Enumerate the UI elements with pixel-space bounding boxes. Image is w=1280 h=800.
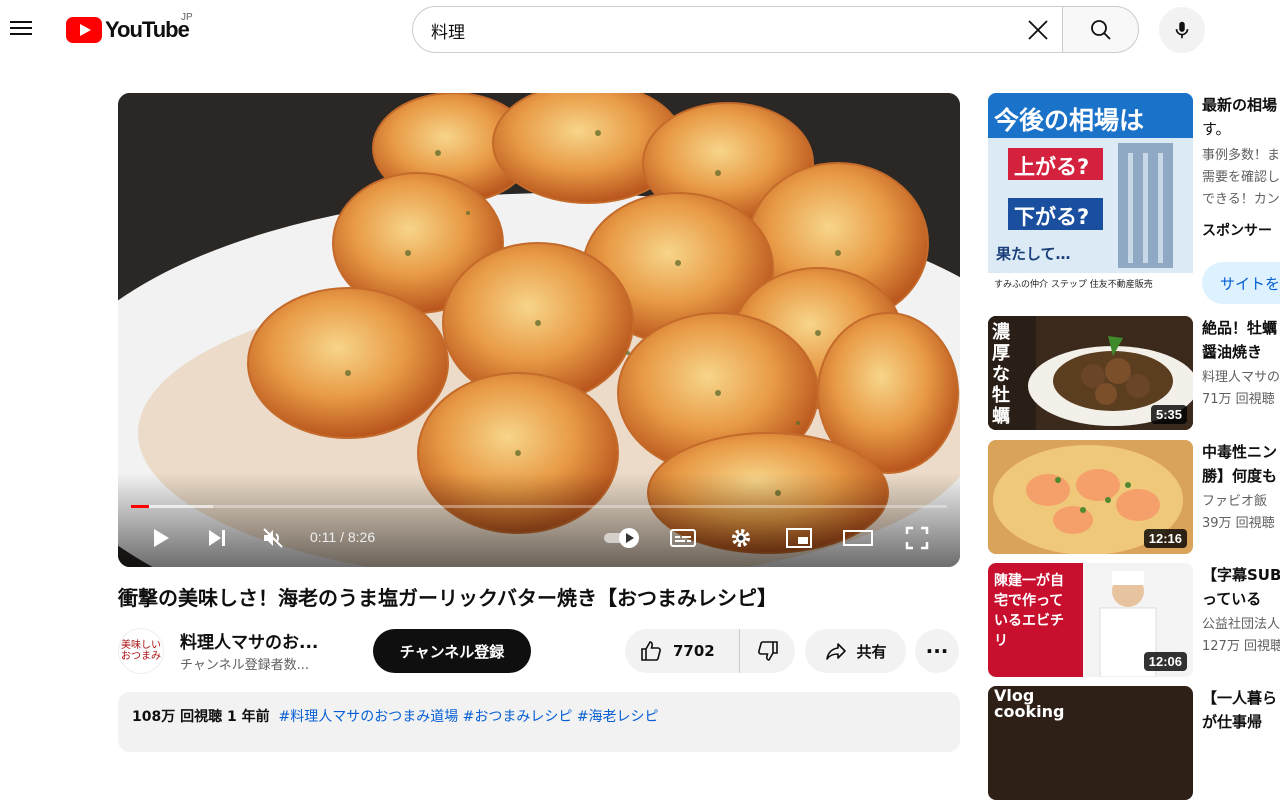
next-icon: [209, 530, 225, 546]
related-channel-1[interactable]: 料理人マサの: [1202, 367, 1280, 389]
mute-button[interactable]: [258, 523, 288, 553]
like-dislike-group: 7702: [625, 629, 795, 673]
progress-bar[interactable]: [131, 505, 947, 508]
thumbs-down-icon: [757, 641, 778, 661]
related-title-3a[interactable]: 【字幕SUB: [1202, 563, 1280, 587]
ad-question: 果たして…: [996, 245, 1071, 263]
time-display: 0:11 / 8:26: [310, 529, 376, 545]
dislike-button[interactable]: [740, 639, 795, 663]
channel-subscriber-count: チャンネル登録者数...: [180, 658, 310, 673]
fullscreen-icon: [905, 526, 929, 550]
muted-volume-icon: [263, 528, 283, 548]
ad-desc-line3: できる！カン: [1202, 192, 1280, 207]
search-input[interactable]: [431, 19, 991, 41]
clear-search-icon[interactable]: [1025, 17, 1051, 43]
video-title: 衝撃の美味しさ！海老のうま塩ガーリックバター焼き【おつまみレシピ】: [118, 586, 777, 610]
related-views-2: 39万 回視聴: [1202, 516, 1275, 531]
subscribe-button[interactable]: チャンネル登録: [373, 629, 531, 673]
related-views-1: 71万 回視聴: [1202, 392, 1275, 407]
related-channel-2[interactable]: ファビオ飯: [1202, 491, 1267, 513]
related-title-2a[interactable]: 中毒性ニン: [1202, 440, 1277, 464]
channel-avatar[interactable]: 美味しい おつまみ: [118, 628, 164, 674]
autoplay-toggle-icon: [604, 528, 639, 548]
top-bar: YouTube JP: [0, 0, 1280, 58]
fullscreen-button[interactable]: [902, 523, 932, 553]
related-title-1a[interactable]: 絶品！牡蠣: [1202, 316, 1277, 340]
subtitles-button[interactable]: [668, 523, 698, 553]
voice-search-button[interactable]: [1159, 7, 1205, 53]
related-views-3: 127万 回視聴: [1202, 639, 1280, 654]
controls-gradient: [118, 473, 960, 567]
more-actions-button[interactable]: ···: [915, 629, 959, 673]
related-thumb-text-1: 濃厚な牡蠣: [992, 322, 1010, 427]
related-thumb-text-3: 陳建一が自宅で作っているエビチリ: [994, 573, 1064, 649]
gear-icon: [732, 529, 750, 547]
search-box: [412, 6, 1062, 53]
play-icon: [154, 529, 169, 547]
like-count: 7702: [673, 642, 715, 660]
related-title-1b[interactable]: 醤油焼き: [1202, 340, 1262, 364]
progress-played: [131, 505, 149, 508]
related-sidebar: 今後の相場は 上がる? 下がる? 果たして… すみふの仲介 ステップ 住友不動産…: [988, 93, 1280, 800]
description-meta: 108万 回視聴 1 年前 #料理人マサのおつまみ道場 #おつまみレシピ #海老…: [132, 706, 659, 726]
region-label: JP: [181, 12, 193, 23]
related-thumbnail-3[interactable]: 陳建一が自宅で作っているエビチリ 12:06: [988, 563, 1193, 677]
duration-badge: 12:16: [1143, 529, 1187, 548]
duration-badge: 5:35: [1150, 405, 1187, 424]
video-player[interactable]: 0:11 / 8:26: [118, 93, 960, 567]
autoplay-toggle[interactable]: [602, 523, 642, 553]
related-title-4a[interactable]: 【一人暮ら: [1202, 686, 1277, 710]
ad-sponsor-label: スポンサー: [1202, 223, 1272, 239]
related-thumbnail-2[interactable]: 12:16: [988, 440, 1193, 554]
subtitles-icon: [670, 529, 696, 547]
ad-title-line2[interactable]: す。: [1202, 117, 1231, 141]
related-title-2b[interactable]: 勝】何度も: [1202, 464, 1277, 488]
theater-mode-icon: [843, 530, 873, 546]
related-thumbnail-4[interactable]: Vlog cooking: [988, 686, 1193, 800]
share-icon: [826, 643, 847, 660]
theater-mode-button[interactable]: [842, 523, 874, 553]
miniplayer-button[interactable]: [784, 523, 814, 553]
youtube-play-icon: [66, 17, 102, 43]
ad-footer: すみふの仲介 ステップ 住友不動産販売: [994, 280, 1153, 290]
ad-up-label: 上がる?: [1014, 155, 1090, 179]
ad-visit-button[interactable]: サイトを: [1202, 262, 1280, 304]
share-button[interactable]: 共有: [805, 629, 906, 673]
ad-desc-line2: 需要を確認し: [1202, 170, 1280, 185]
hamburger-menu-icon[interactable]: [10, 17, 34, 41]
ad-title-line1[interactable]: 最新の相場: [1202, 93, 1277, 117]
youtube-logo[interactable]: YouTube: [66, 16, 190, 44]
settings-button[interactable]: [726, 523, 756, 553]
ad-thumbnail[interactable]: 今後の相場は 上がる? 下がる? 果たして… すみふの仲介 ステップ 住友不動産…: [988, 93, 1193, 293]
thumbs-up-icon: [641, 641, 661, 661]
related-thumb-text-4: Vlog cooking: [994, 686, 1065, 721]
next-button[interactable]: [202, 523, 232, 553]
related-title-4b[interactable]: が仕事帰: [1202, 710, 1262, 734]
miniplayer-icon: [786, 528, 812, 548]
duration-badge: 12:06: [1143, 652, 1187, 671]
views-and-date: 108万 回視聴 1 年前: [132, 709, 270, 725]
search-button[interactable]: [1062, 6, 1139, 53]
logo-text: YouTube: [105, 17, 190, 42]
related-title-3b[interactable]: っている: [1202, 587, 1261, 611]
related-thumbnail-1[interactable]: 濃厚な牡蠣 5:35: [988, 316, 1193, 430]
microphone-icon: [1175, 21, 1189, 39]
hashtags[interactable]: #料理人マサのおつまみ道場 #おつまみレシピ #海老レシピ: [278, 709, 658, 725]
search-icon: [1090, 19, 1111, 40]
related-channel-3[interactable]: 公益社団法人: [1202, 614, 1280, 636]
ad-desc-line1: 事例多数！ま: [1202, 148, 1280, 163]
ad-headline: 今後の相場は: [994, 106, 1145, 135]
channel-row: 美味しい おつまみ 料理人マサのお... チャンネル登録者数... チャンネル登…: [118, 626, 960, 674]
channel-name[interactable]: 料理人マサのお...: [180, 628, 318, 653]
ad-down-label: 下がる?: [1014, 205, 1090, 229]
description-box[interactable]: 108万 回視聴 1 年前 #料理人マサのおつまみ道場 #おつまみレシピ #海老…: [118, 692, 960, 752]
like-button[interactable]: 7702: [625, 629, 740, 673]
play-button[interactable]: [146, 523, 176, 553]
share-label: 共有: [856, 642, 887, 661]
